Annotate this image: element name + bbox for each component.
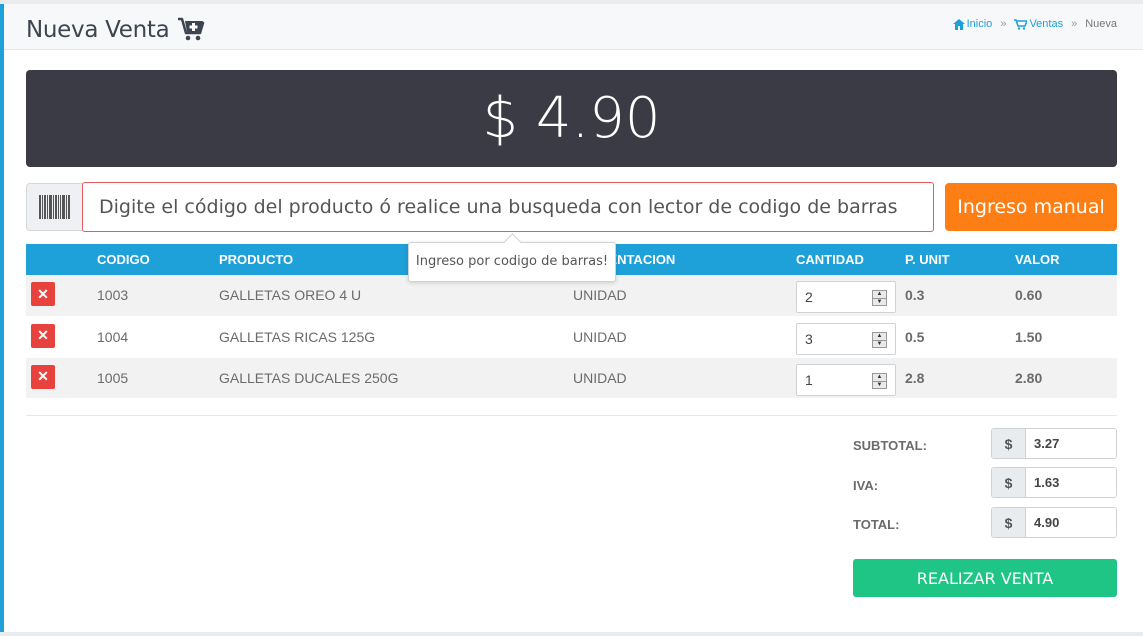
quantity-stepper[interactable]: 2 ▲ ▼: [796, 281, 896, 313]
product-cell: GALLETAS DUCALES 250G: [219, 369, 399, 386]
unit-price-cell: 2.8: [905, 369, 925, 386]
unit-price-cell: 0.3: [905, 287, 925, 303]
home-icon: [952, 18, 965, 30]
barcode-icon: [39, 195, 70, 219]
cart-icon: [1014, 18, 1028, 30]
delete-row-button[interactable]: ✕: [31, 364, 55, 389]
quantity-stepper[interactable]: 1 ▲ ▼: [796, 363, 896, 396]
manual-entry-button[interactable]: Ingreso manual: [945, 183, 1117, 231]
dollar-icon: $: [992, 508, 1026, 537]
table-row: ✕ 1005 GALLETAS DUCALES 250G UNIDAD 1 ▲ ▼ …: [26, 357, 1117, 398]
product-cell: GALLETAS RICAS 125G: [219, 328, 376, 345]
table-row: ✕ 1004 GALLETAS RICAS 125G UNIDAD 3 ▲ ▼ 0.…: [26, 316, 1117, 357]
presentation-cell: UNIDAD: [573, 369, 627, 386]
barcode-search-input[interactable]: [82, 182, 934, 232]
code-cell: 1004: [97, 328, 129, 345]
divider: [26, 415, 1117, 416]
close-icon: ✕: [37, 327, 49, 343]
delete-row-button[interactable]: ✕: [31, 282, 55, 306]
barcode-tooltip: Ingreso por codigo de barras!: [408, 242, 616, 282]
dollar-icon: $: [992, 468, 1026, 497]
unit-price-cell: 0.5: [905, 328, 925, 345]
close-icon: ✕: [37, 368, 49, 384]
subtotal-field: $ 3.27: [991, 428, 1117, 459]
iva-field: $ 1.63: [991, 467, 1117, 498]
spinner-icon[interactable]: ▲ ▼: [872, 372, 887, 389]
subtotal-label: SUBTOTAL:: [853, 438, 927, 453]
spinner-icon[interactable]: ▲ ▼: [872, 290, 887, 306]
breadcrumb-separator: »: [1071, 18, 1078, 30]
close-icon: ✕: [37, 285, 49, 302]
page-title: Nueva Venta: [26, 17, 205, 43]
value-cell: 1.50: [1015, 328, 1043, 345]
page-title-text: Nueva Venta: [26, 17, 170, 43]
iva-label: IVA:: [853, 478, 879, 493]
card-header: Nueva Venta Inicio » Ventas » Nueva: [4, 4, 1143, 50]
value-cell: 0.60: [1015, 287, 1043, 303]
breadcrumb-home[interactable]: Inicio: [952, 18, 993, 30]
quantity-stepper[interactable]: 3 ▲ ▼: [796, 322, 896, 355]
barcode-addon: [26, 183, 83, 231]
breadcrumb-sales[interactable]: Ventas: [1014, 18, 1063, 30]
total-field: $ 4.90: [991, 507, 1117, 538]
quantity-value: 3: [805, 330, 813, 347]
column-header-unit-price: P. UNIT: [905, 252, 950, 267]
column-header-value: VALOR: [1015, 252, 1060, 267]
code-cell: 1005: [97, 369, 129, 386]
sale-card: Nueva Venta Inicio » Ventas » Nueva $ 4.…: [0, 4, 1143, 632]
breadcrumb-current: Nueva: [1085, 18, 1117, 30]
breadcrumb-separator: »: [1000, 18, 1007, 30]
value-cell: 2.80: [1015, 369, 1043, 386]
quantity-value: 1: [805, 371, 813, 388]
quantity-value: 2: [805, 289, 813, 305]
total-display: $ 4.90: [26, 70, 1117, 167]
dollar-icon: $: [992, 429, 1026, 458]
column-header: [26, 244, 97, 275]
make-sale-button[interactable]: REALIZAR VENTA: [853, 559, 1117, 597]
delete-row-button[interactable]: ✕: [31, 323, 55, 348]
code-cell: 1003: [97, 287, 129, 303]
breadcrumb-sales-label: Ventas: [1029, 18, 1064, 30]
cart-plus-icon: [178, 17, 205, 41]
iva-value: 1.63: [1026, 468, 1116, 497]
breadcrumb-home-label: Inicio: [966, 18, 993, 30]
subtotal-value: 3.27: [1026, 429, 1116, 458]
breadcrumb: Inicio » Ventas » Nueva: [952, 18, 1117, 30]
column-header-quantity: CANTIDAD: [796, 252, 864, 267]
spinner-icon[interactable]: ▲ ▼: [872, 331, 887, 348]
column-header-code: CODIGO: [97, 252, 150, 267]
presentation-cell: UNIDAD: [573, 328, 627, 345]
total-label: TOTAL:: [853, 517, 900, 532]
total-value: 4.90: [1026, 508, 1116, 537]
